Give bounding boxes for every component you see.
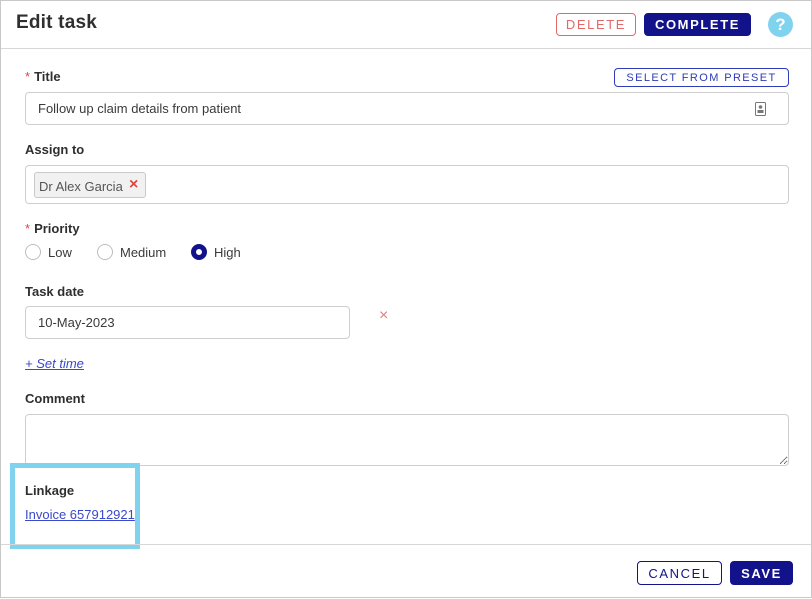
- priority-low-radio[interactable]: Low: [25, 244, 72, 260]
- task-date-label: Task date: [25, 284, 85, 299]
- priority-label: * Priority: [25, 221, 80, 236]
- remove-assignee-icon[interactable]: ×: [129, 176, 138, 194]
- task-date-input[interactable]: 10-May-2023: [25, 306, 350, 339]
- required-marker: *: [25, 69, 31, 84]
- required-marker: *: [25, 221, 31, 236]
- edit-task-dialog: Edit task DELETE COMPLETE ? * Title SELEC…: [0, 0, 812, 598]
- assignee-chip-label: Dr Alex Garcia: [39, 179, 123, 194]
- invoice-link[interactable]: Invoice 657912921: [25, 507, 135, 522]
- comment-textarea[interactable]: [25, 414, 789, 466]
- cancel-button[interactable]: CANCEL: [637, 561, 722, 585]
- select-from-preset-button[interactable]: SELECT FROM PRESET: [614, 68, 789, 87]
- dialog-title: Edit task: [16, 12, 97, 33]
- help-icon[interactable]: ?: [768, 12, 793, 37]
- clear-date-icon[interactable]: ×: [379, 307, 388, 325]
- set-time-link[interactable]: + Set time: [25, 356, 84, 371]
- linkage-label: Linkage: [25, 483, 75, 498]
- contact-card-icon[interactable]: [755, 102, 766, 116]
- title-input[interactable]: Follow up claim details from patient: [25, 92, 789, 125]
- radio-circle-selected[interactable]: [191, 244, 207, 260]
- title-label: * Title: [25, 69, 61, 84]
- comment-label: Comment: [25, 391, 85, 406]
- assignee-chip: Dr Alex Garcia ×: [34, 172, 146, 198]
- complete-button[interactable]: COMPLETE: [644, 13, 751, 36]
- assign-to-label: Assign to: [25, 142, 85, 157]
- linkage-highlight: [10, 463, 140, 549]
- save-button[interactable]: SAVE: [730, 561, 793, 585]
- priority-high-radio[interactable]: High: [191, 244, 241, 260]
- delete-button[interactable]: DELETE: [556, 13, 636, 36]
- dialog-header: Edit task DELETE COMPLETE ?: [1, 1, 811, 49]
- title-input-value: Follow up claim details from patient: [38, 101, 242, 116]
- radio-circle[interactable]: [97, 244, 113, 260]
- task-date-value: 10-May-2023: [38, 315, 115, 330]
- assign-to-field[interactable]: Dr Alex Garcia ×: [25, 165, 789, 204]
- priority-medium-radio[interactable]: Medium: [97, 244, 166, 260]
- radio-circle[interactable]: [25, 244, 41, 260]
